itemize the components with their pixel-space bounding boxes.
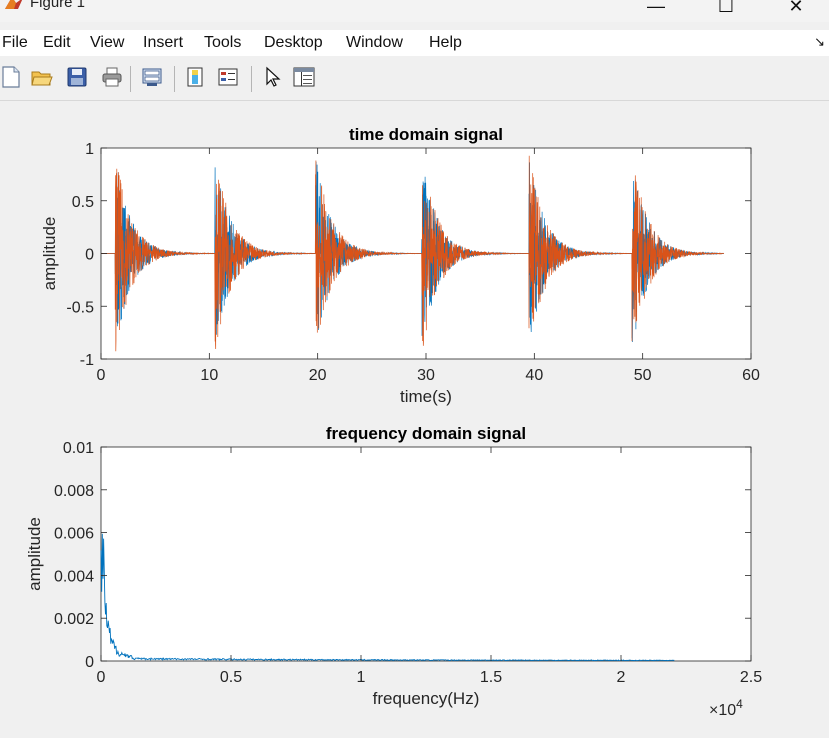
insert-legend-icon[interactable] bbox=[217, 66, 239, 88]
x-tick-label: 30 bbox=[417, 367, 435, 384]
time-y-axis-label: amplitude bbox=[40, 217, 59, 291]
time-x-axis-label: time(s) bbox=[400, 387, 452, 406]
open-file-icon[interactable] bbox=[31, 66, 53, 88]
menu-window[interactable]: Window bbox=[346, 34, 403, 52]
time-chart-title: time domain signal bbox=[349, 125, 503, 144]
x-tick-label: 10 bbox=[200, 367, 218, 384]
frequency-x-axis-label: frequency(Hz) bbox=[373, 689, 480, 708]
x-tick-label: 50 bbox=[634, 367, 652, 384]
y-tick-label: 1 bbox=[85, 141, 94, 158]
menu-desktop[interactable]: Desktop bbox=[264, 34, 323, 52]
x-tick-label: 2.5 bbox=[740, 669, 762, 686]
menubar: File Edit View Insert Tools Desktop Wind… bbox=[0, 30, 829, 56]
exponent-prefix: ×10 bbox=[709, 702, 736, 719]
frequency-axes-box bbox=[100, 446, 752, 662]
y-tick-label: 0 bbox=[85, 247, 94, 264]
y-tick-label: 0.01 bbox=[63, 440, 94, 457]
frequency-chart-title: frequency domain signal bbox=[326, 424, 526, 443]
x-tick-label: 60 bbox=[742, 367, 760, 384]
y-tick-label: 0.5 bbox=[72, 194, 94, 211]
x-tick-label: 1 bbox=[357, 669, 366, 686]
y-tick-label: 0.004 bbox=[54, 568, 94, 585]
y-tick-label: -1 bbox=[80, 352, 94, 369]
new-figure-icon[interactable] bbox=[0, 66, 22, 88]
y-tick-label: -0.5 bbox=[66, 299, 94, 316]
link-plot-icon[interactable] bbox=[141, 66, 163, 88]
frequency-axes[interactable]: 0 0.5 1 1.5 2 2.5 0 0.002 0.004 0.006 0.008 0.01 fr… bbox=[25, 424, 762, 719]
y-tick-label: 0.008 bbox=[54, 483, 94, 500]
exponent-power: 4 bbox=[736, 697, 743, 711]
x-tick-label: 20 bbox=[309, 367, 327, 384]
frequency-x-exponent: ×104 bbox=[709, 697, 743, 719]
close-button[interactable]: ✕ bbox=[776, 0, 816, 20]
x-tick-label: 1.5 bbox=[480, 669, 502, 686]
toolbar-separator bbox=[174, 66, 175, 92]
menu-file[interactable]: File bbox=[2, 34, 28, 52]
menu-help[interactable]: Help bbox=[429, 34, 462, 52]
pointer-icon[interactable] bbox=[262, 66, 284, 88]
x-tick-label: 40 bbox=[525, 367, 543, 384]
menubar-overflow-icon[interactable]: ↘ bbox=[814, 34, 825, 50]
menu-edit[interactable]: Edit bbox=[43, 34, 71, 52]
matlab-icon bbox=[5, 0, 23, 9]
y-tick-label: 0.002 bbox=[54, 611, 94, 628]
y-tick-label: 0.006 bbox=[54, 526, 94, 543]
insert-colorbar-icon[interactable] bbox=[184, 66, 206, 88]
x-tick-label: 0 bbox=[97, 669, 106, 686]
maximize-button[interactable]: ☐ bbox=[706, 0, 746, 20]
window-title: Figure 1 bbox=[30, 0, 86, 11]
frequency-y-axis-label: amplitude bbox=[25, 517, 44, 591]
x-tick-label: 2 bbox=[617, 669, 626, 686]
toolbar-separator bbox=[130, 66, 131, 92]
minimize-button[interactable]: — bbox=[636, 0, 676, 20]
menu-tools[interactable]: Tools bbox=[204, 34, 241, 52]
print-icon[interactable] bbox=[101, 66, 123, 88]
window-titlebar: Figure 1 — ☐ ✕ bbox=[0, 0, 829, 22]
save-icon[interactable] bbox=[66, 66, 88, 88]
property-inspector-icon[interactable] bbox=[293, 66, 315, 88]
figure-canvas: 0 10 20 30 40 50 60 -1 -0.5 0 0.5 1 time domain sig… bbox=[0, 101, 829, 733]
figure-toolbar bbox=[0, 58, 829, 101]
time-axes[interactable]: 0 10 20 30 40 50 60 -1 -0.5 0 0.5 1 time domain sig… bbox=[40, 125, 760, 406]
figure-plots: 0 10 20 30 40 50 60-1-0.500.51 time domain sig… bbox=[25, 125, 762, 719]
toolbar-separator bbox=[251, 66, 252, 92]
y-tick-label: 0 bbox=[85, 654, 94, 671]
menu-insert[interactable]: Insert bbox=[143, 34, 183, 52]
x-tick-label: 0.5 bbox=[220, 669, 242, 686]
x-tick-label: 0 bbox=[97, 367, 106, 384]
menu-view[interactable]: View bbox=[90, 34, 124, 52]
